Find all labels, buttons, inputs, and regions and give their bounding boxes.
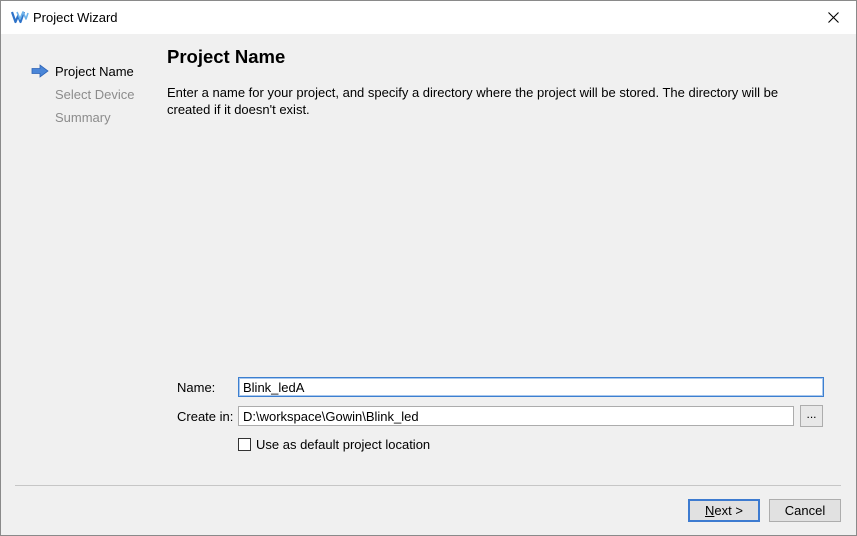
next-mnemonic: N bbox=[705, 503, 715, 518]
name-label: Name: bbox=[177, 380, 216, 395]
gowin-logo-icon bbox=[11, 11, 29, 24]
footer-divider bbox=[15, 485, 841, 486]
wizard-steps: Project Name Select Device Summary bbox=[31, 63, 134, 132]
next-label: ext > bbox=[714, 503, 743, 518]
current-step-arrow-icon bbox=[31, 64, 49, 78]
step-label: Select Device bbox=[55, 87, 135, 102]
step-label: Summary bbox=[55, 110, 111, 125]
page-description: Enter a name for your project, and speci… bbox=[167, 85, 779, 117]
close-button[interactable] bbox=[810, 1, 856, 34]
step-project-name: Project Name bbox=[31, 63, 134, 86]
window-title: Project Wizard bbox=[33, 10, 118, 25]
browse-button[interactable]: ... bbox=[800, 405, 823, 427]
create-in-path-input[interactable] bbox=[238, 406, 794, 426]
next-button[interactable]: Next > bbox=[688, 499, 760, 522]
title-bar: Project Wizard bbox=[1, 1, 856, 34]
create-in-label: Create in: bbox=[177, 409, 234, 424]
close-icon bbox=[827, 12, 839, 23]
page-title: Project Name bbox=[167, 46, 286, 67]
step-select-device: Select Device bbox=[31, 86, 134, 109]
project-name-input[interactable] bbox=[238, 377, 824, 397]
step-summary: Summary bbox=[31, 109, 134, 132]
step-label: Project Name bbox=[55, 64, 134, 79]
project-wizard-dialog: Project Wizard Project Name Select Devic… bbox=[0, 0, 857, 536]
cancel-button[interactable]: Cancel bbox=[769, 499, 841, 522]
default-location-checkbox[interactable] bbox=[238, 438, 251, 451]
default-location-label[interactable]: Use as default project location bbox=[256, 437, 430, 452]
